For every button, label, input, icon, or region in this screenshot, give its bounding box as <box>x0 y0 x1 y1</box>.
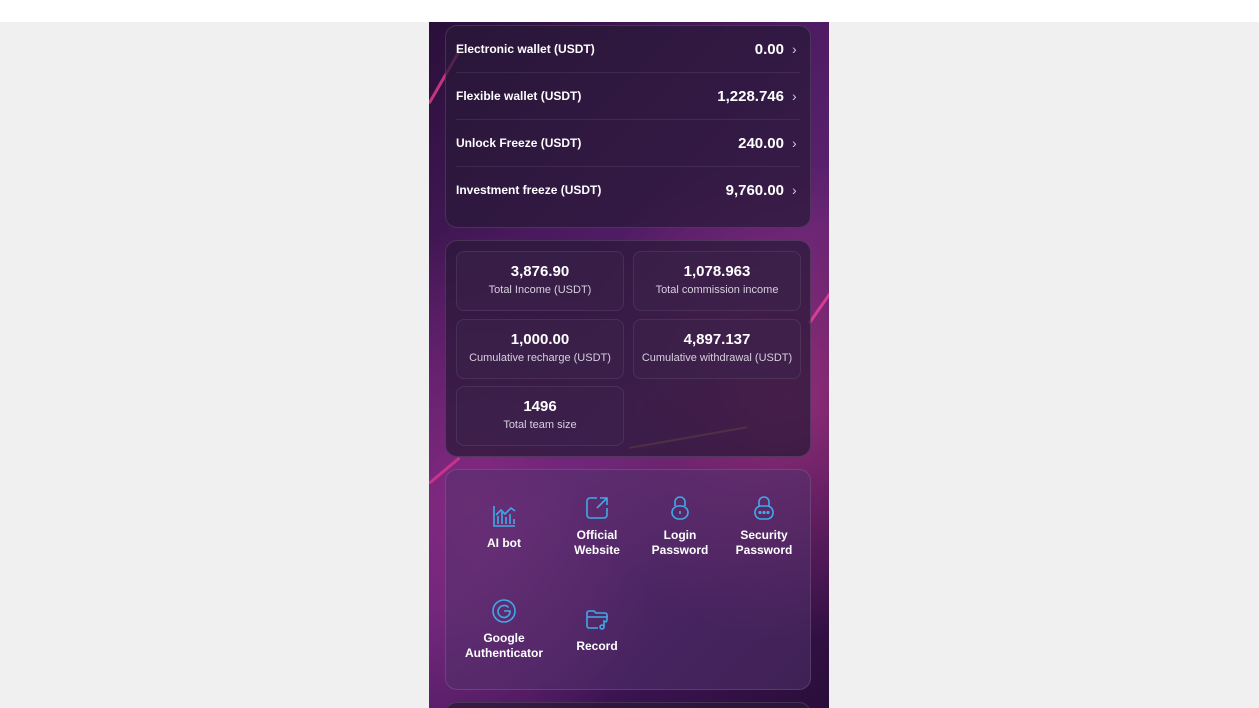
wallet-label: Investment freeze (USDT) <box>456 183 602 197</box>
wallet-row-investment-freeze[interactable]: Investment freeze (USDT) 9,760.00 › <box>456 167 800 213</box>
wallet-value: 9,760.00 <box>725 181 784 199</box>
stat-total-commission: 1,078.963 Total commission income <box>633 251 801 311</box>
menu-record[interactable]: Record <box>557 605 637 654</box>
wallet-value: 1,228.746 <box>717 87 784 105</box>
stat-label: Total team size <box>503 419 577 431</box>
google-icon <box>492 599 516 623</box>
wallet-row-electronic[interactable]: Electronic wallet (USDT) 0.00 › <box>456 26 800 73</box>
menu-label: Record <box>576 639 618 653</box>
lock-dots-icon <box>754 496 774 520</box>
stat-value: 3,876.90 <box>510 263 570 280</box>
chevron-right-icon: › <box>792 41 797 57</box>
menu-security-password[interactable]: Security Password <box>724 494 804 558</box>
wallet-row-flexible[interactable]: Flexible wallet (USDT) 1,228.746 › <box>456 73 800 120</box>
menu-google-authenticator[interactable]: Google Authenticator <box>464 597 544 661</box>
browser-top-strip <box>0 0 1259 22</box>
stat-team-size: 1496 Total team size <box>456 386 624 446</box>
stat-cumulative-recharge: 1,000.00 Cumulative recharge (USDT) <box>456 319 624 379</box>
wallet-right: 1,228.746 › <box>717 88 800 105</box>
stats-card: 3,876.90 Total Income (USDT) 1,078.963 T… <box>445 240 811 457</box>
stat-label: Cumulative withdrawal (USDT) <box>641 352 793 364</box>
stat-value: 4,897.137 <box>683 331 751 348</box>
stat-label: Total commission income <box>655 284 779 296</box>
stat-value: 1496 <box>523 398 557 415</box>
wallet-label: Flexible wallet (USDT) <box>456 89 582 103</box>
menu-label: Google Authenticator <box>465 631 543 660</box>
app-viewport: Electronic wallet (USDT) 0.00 › Flexible… <box>429 22 829 708</box>
lock-icon <box>671 496 689 520</box>
wallet-right: 0.00 › <box>755 41 800 58</box>
wallet-card: Electronic wallet (USDT) 0.00 › Flexible… <box>445 25 811 228</box>
chevron-right-icon: › <box>792 88 797 104</box>
menu-card: AI bot Official Website Login Password S… <box>445 469 811 690</box>
wallet-value: 0.00 <box>754 40 784 58</box>
wallet-right: 240.00 › <box>738 135 800 152</box>
menu-official-website[interactable]: Official Website <box>557 494 637 558</box>
wallet-right: 9,760.00 › <box>726 182 800 199</box>
stat-value: 1,078.963 <box>683 263 751 280</box>
menu-label: AI bot <box>487 536 521 550</box>
chevron-right-icon: › <box>792 182 797 198</box>
wallet-label: Unlock Freeze (USDT) <box>456 136 582 150</box>
next-card-partial <box>445 702 811 708</box>
wallet-row-unlock-freeze[interactable]: Unlock Freeze (USDT) 240.00 › <box>456 120 800 167</box>
menu-label: Official Website <box>574 528 620 557</box>
chart-icon <box>493 506 516 527</box>
stat-label: Cumulative recharge (USDT) <box>469 352 611 364</box>
menu-label: Security Password <box>735 528 793 557</box>
menu-login-password[interactable]: Login Password <box>640 494 720 558</box>
stat-total-income: 3,876.90 Total Income (USDT) <box>456 251 624 311</box>
chevron-right-icon: › <box>792 135 797 151</box>
menu-ai-bot[interactable]: AI bot <box>464 502 544 551</box>
folder-icon <box>586 610 608 630</box>
external-link-icon <box>586 497 608 519</box>
menu-label: Login Password <box>651 528 709 557</box>
stat-value: 1,000.00 <box>510 331 570 348</box>
wallet-value: 240.00 <box>738 134 784 152</box>
wallet-label: Electronic wallet (USDT) <box>456 42 595 56</box>
stat-cumulative-withdrawal: 4,897.137 Cumulative withdrawal (USDT) <box>633 319 801 379</box>
stat-label: Total Income (USDT) <box>488 284 592 296</box>
